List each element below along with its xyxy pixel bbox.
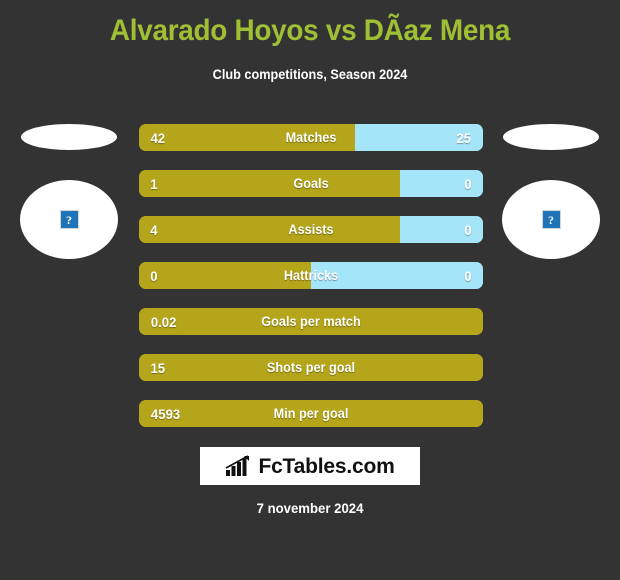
page-subtitle: Club competitions, Season 2024	[212, 67, 408, 82]
stat-row: 1 Goals 0	[139, 170, 483, 197]
header: Alvarado Hoyos vs DÃ­az Mena Club compet…	[0, 0, 620, 84]
stat-value-away: 0	[464, 221, 472, 238]
page-title: Alvarado Hoyos vs DÃ­az Mena	[109, 14, 511, 47]
stat-comparison-chart: 42 Matches 25 1 Goals 0 4 Assists 0 0 Hattricks 0 0.…	[139, 124, 483, 446]
flag-placeholder-icon	[21, 124, 117, 150]
stat-row: 0 Hattricks 0	[139, 262, 483, 289]
broken-image-icon: ?	[59, 210, 79, 229]
stat-value-away: 0	[464, 267, 472, 284]
player-away: ?	[486, 118, 616, 268]
stat-row: 0.02 Goals per match	[139, 308, 483, 335]
stat-label: Shots per goal	[266, 360, 356, 375]
stat-row: 15 Shots per goal	[139, 354, 483, 381]
footer-date: 7 november 2024	[256, 500, 364, 516]
player-home: ?	[4, 118, 134, 268]
broken-image-icon: ?	[541, 210, 561, 229]
stat-value-away: 0	[464, 175, 472, 192]
stat-row: 4 Assists 0	[139, 216, 483, 243]
fctables-logo-text: FcTables.com	[258, 454, 395, 478]
stat-label: Goals	[293, 176, 329, 191]
stat-label: Hattricks	[283, 268, 339, 283]
fctables-logo[interactable]: FcTables.com	[200, 447, 420, 485]
stat-row: 4593 Min per goal	[139, 400, 483, 427]
stat-row: 42 Matches 25	[139, 124, 483, 151]
flag-placeholder-icon	[503, 124, 599, 150]
stat-label: Goals per match	[261, 314, 361, 329]
avatar: ?	[20, 180, 118, 259]
stat-label: Min per goal	[273, 406, 349, 421]
stat-value-away: 25	[456, 129, 472, 146]
stat-label: Matches	[285, 130, 337, 145]
avatar: ?	[502, 180, 600, 259]
bar-chart-icon	[226, 455, 250, 476]
stat-label: Assists	[288, 222, 334, 237]
